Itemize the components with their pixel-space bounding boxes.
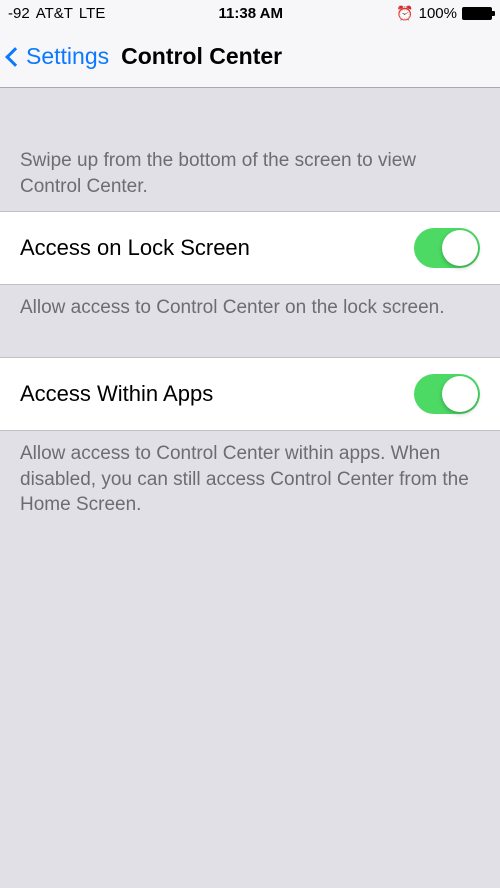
toggle-access-within-apps[interactable] [414, 374, 480, 414]
battery-icon [462, 7, 492, 20]
back-label: Settings [26, 43, 109, 70]
alarm-icon: ⏰ [396, 5, 413, 22]
signal-strength: -92 [8, 5, 30, 22]
status-time: 11:38 AM [219, 5, 283, 22]
status-bar: -92 AT&T LTE 11:38 AM ⏰ 100% [0, 0, 500, 26]
row-access-within-apps: Access Within Apps [0, 357, 500, 431]
chevron-left-icon [5, 47, 25, 67]
section-footer-within-apps: Allow access to Control Center within ap… [0, 431, 500, 554]
row-access-lock-screen: Access on Lock Screen [0, 211, 500, 285]
page-title: Control Center [121, 43, 282, 70]
back-button[interactable]: Settings [8, 43, 109, 70]
battery-percentage: 100% [419, 5, 457, 22]
carrier-name: AT&T [36, 5, 73, 22]
content: Swipe up from the bottom of the screen t… [0, 88, 500, 554]
toggle-access-lock-screen[interactable] [414, 228, 480, 268]
navigation-bar: Settings Control Center [0, 26, 500, 88]
row-label: Access on Lock Screen [20, 235, 250, 261]
row-label: Access Within Apps [20, 381, 213, 407]
network-type: LTE [79, 5, 105, 22]
section-footer-lock-screen: Allow access to Control Center on the lo… [0, 285, 500, 357]
section-header-intro: Swipe up from the bottom of the screen t… [0, 88, 500, 211]
